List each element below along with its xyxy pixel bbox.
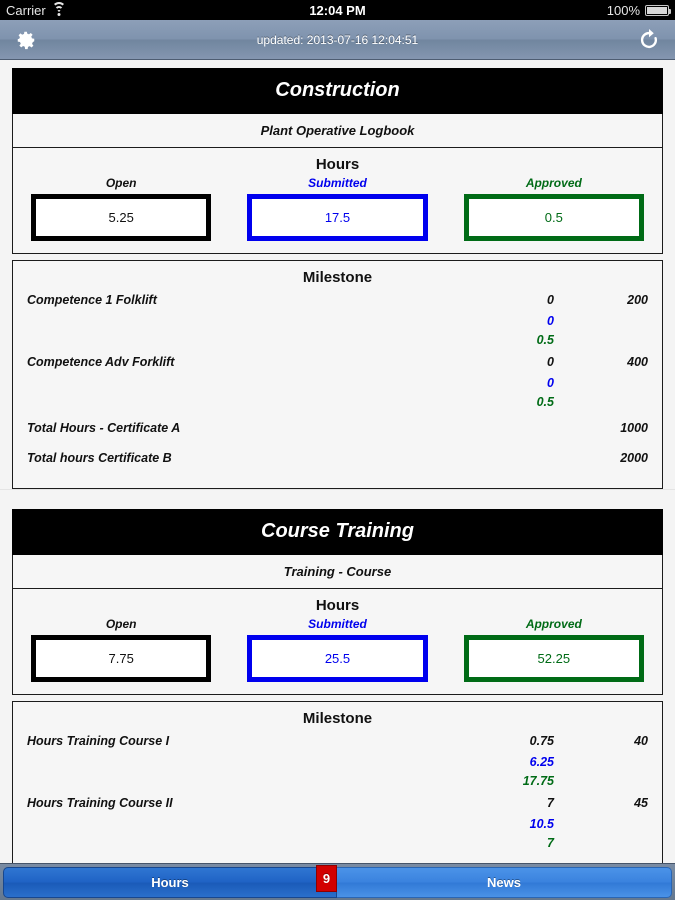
section-subtitle: Training - Course [12, 555, 663, 589]
milestone-open-value: 7 [547, 796, 554, 810]
milestone-total-value: 1000 [620, 421, 648, 435]
tab-news-label: News [487, 874, 521, 890]
hours-columns: Open 5.25 Submitted 17.5 Approved 0.5 [13, 176, 662, 241]
section-construction: Construction Plant Operative Logbook Hou… [0, 68, 675, 489]
milestone-heading: Milestone [302, 710, 373, 727]
hours-open-value[interactable]: 5.25 [31, 194, 212, 241]
battery-full-icon [645, 4, 671, 16]
milestone-submitted-value: 10.5 [529, 817, 554, 831]
hours-submitted-value[interactable]: 25.5 [247, 635, 428, 682]
battery-percent-label: 100% [606, 2, 640, 18]
hours-column-submitted[interactable]: Submitted 25.5 [229, 617, 445, 682]
hours-approved-label: Approved [525, 617, 582, 631]
status-bar-time: 12:04 PM [309, 2, 366, 18]
hours-column-submitted[interactable]: Submitted 17.5 [229, 176, 445, 241]
milestone-approved-value: 17.75 [522, 774, 554, 788]
refresh-button[interactable] [623, 20, 675, 60]
settings-button[interactable] [0, 20, 52, 60]
nav-bar-title: updated: 2013-07-16 12:04:51 [256, 32, 419, 47]
milestone-total-value: 2000 [620, 451, 648, 465]
milestone-row-approved: 0.5 [13, 395, 662, 414]
milestone-approved-value: 7 [547, 836, 554, 850]
milestone-target-value: 40 [634, 734, 648, 748]
milestone-row-approved: 0.5 [13, 333, 662, 352]
hours-open-value[interactable]: 7.75 [31, 635, 212, 682]
milestone-row[interactable]: Hours Training Course II 7 45 [13, 793, 662, 817]
tab-hours[interactable]: Hours 9 [3, 864, 337, 898]
milestone-row-approved: 7 [13, 836, 662, 855]
hours-column-open[interactable]: Open 7.75 [13, 617, 229, 682]
milestone-target-value: 200 [627, 293, 648, 307]
milestone-box: Milestone Hours Training Course I 0.75 4… [12, 701, 663, 863]
tab-news[interactable]: News [337, 866, 672, 898]
section-title: Construction [12, 68, 663, 114]
hours-submitted-label: Submitted [308, 176, 367, 190]
milestone-approved-value: 0.5 [536, 333, 554, 347]
milestone-total-name: Total hours Certificate B [27, 451, 172, 465]
hours-submitted-value[interactable]: 17.5 [247, 194, 428, 241]
app-screen: Carrier 12:04 PM 100% updated: 2013-07-1… [0, 0, 675, 900]
milestone-open-value: 0.75 [529, 734, 554, 748]
milestone-name: Competence Adv Forklift [27, 355, 175, 369]
milestone-total-row: Total hours Certificate B 2000 [13, 444, 662, 474]
section-title: Course Training [12, 509, 663, 555]
refresh-icon [638, 28, 660, 52]
milestone-heading: Milestone [302, 269, 373, 286]
milestone-submitted-value: 0 [547, 314, 554, 328]
tab-hours-label: Hours [151, 874, 189, 890]
milestone-name: Hours Training Course II [27, 796, 173, 810]
milestone-submitted-value: 0 [547, 376, 554, 390]
hours-summary: Hours Open 7.75 Submitted 25.5 Approved … [12, 589, 663, 695]
section-subtitle: Plant Operative Logbook [12, 114, 663, 148]
milestone-box: Milestone Competence 1 Folklift 0 200 0 … [12, 260, 663, 489]
hours-columns: Open 7.75 Submitted 25.5 Approved 52.25 [13, 617, 662, 682]
milestone-row-approved: 17.75 [13, 774, 662, 793]
hours-open-label: Open [105, 176, 137, 190]
milestone-total-name: Total Hours - Certificate A [27, 421, 181, 435]
tab-bar: Hours 9 News [0, 863, 675, 900]
section-course-training: Course Training Training - Course Hours … [0, 509, 675, 863]
nav-bar: updated: 2013-07-16 12:04:51 [0, 20, 675, 60]
milestone-target-value: 400 [627, 355, 648, 369]
milestone-submitted-value: 6.25 [529, 755, 554, 769]
milestone-total-row: Total Hours - Certificate A 1000 [13, 414, 662, 444]
milestone-row-submitted: 0 [13, 376, 662, 395]
milestone-row[interactable]: Competence 1 Folklift 0 200 [13, 290, 662, 314]
status-bar-right: 100% [606, 2, 671, 18]
hours-approved-value[interactable]: 0.5 [463, 194, 644, 241]
milestone-total-row: Total Hours Level 1 50 [13, 855, 662, 863]
hours-column-open[interactable]: Open 5.25 [13, 176, 229, 241]
milestone-row[interactable]: Competence Adv Forklift 0 400 [13, 352, 662, 376]
milestone-open-value: 0 [547, 355, 554, 369]
milestone-name: Hours Training Course I [27, 734, 170, 748]
gear-icon [15, 29, 37, 51]
milestone-name: Competence 1 Folklift [27, 293, 157, 307]
milestone-open-value: 0 [547, 293, 554, 307]
hours-open-label: Open [105, 617, 137, 631]
milestone-row-submitted: 6.25 [13, 755, 662, 774]
hours-approved-label: Approved [525, 176, 582, 190]
hours-heading: Hours [315, 156, 360, 173]
hours-column-approved[interactable]: Approved 0.5 [446, 176, 662, 241]
tab-hours-badge: 9 [316, 864, 337, 892]
milestone-target-value: 45 [634, 796, 648, 810]
hours-column-approved[interactable]: Approved 52.25 [446, 617, 662, 682]
milestone-row-submitted: 10.5 [13, 817, 662, 836]
milestone-row[interactable]: Hours Training Course I 0.75 40 [13, 731, 662, 755]
scroll-content[interactable]: Construction Plant Operative Logbook Hou… [0, 60, 675, 863]
section-divider [0, 489, 675, 501]
hours-submitted-label: Submitted [308, 617, 367, 631]
status-bar: Carrier 12:04 PM 100% [0, 0, 675, 20]
milestone-approved-value: 0.5 [536, 395, 554, 409]
hours-heading: Hours [315, 597, 360, 614]
hours-approved-value[interactable]: 52.25 [463, 635, 644, 682]
milestone-row-submitted: 0 [13, 314, 662, 333]
hours-summary: Hours Open 5.25 Submitted 17.5 Approved … [12, 148, 663, 254]
